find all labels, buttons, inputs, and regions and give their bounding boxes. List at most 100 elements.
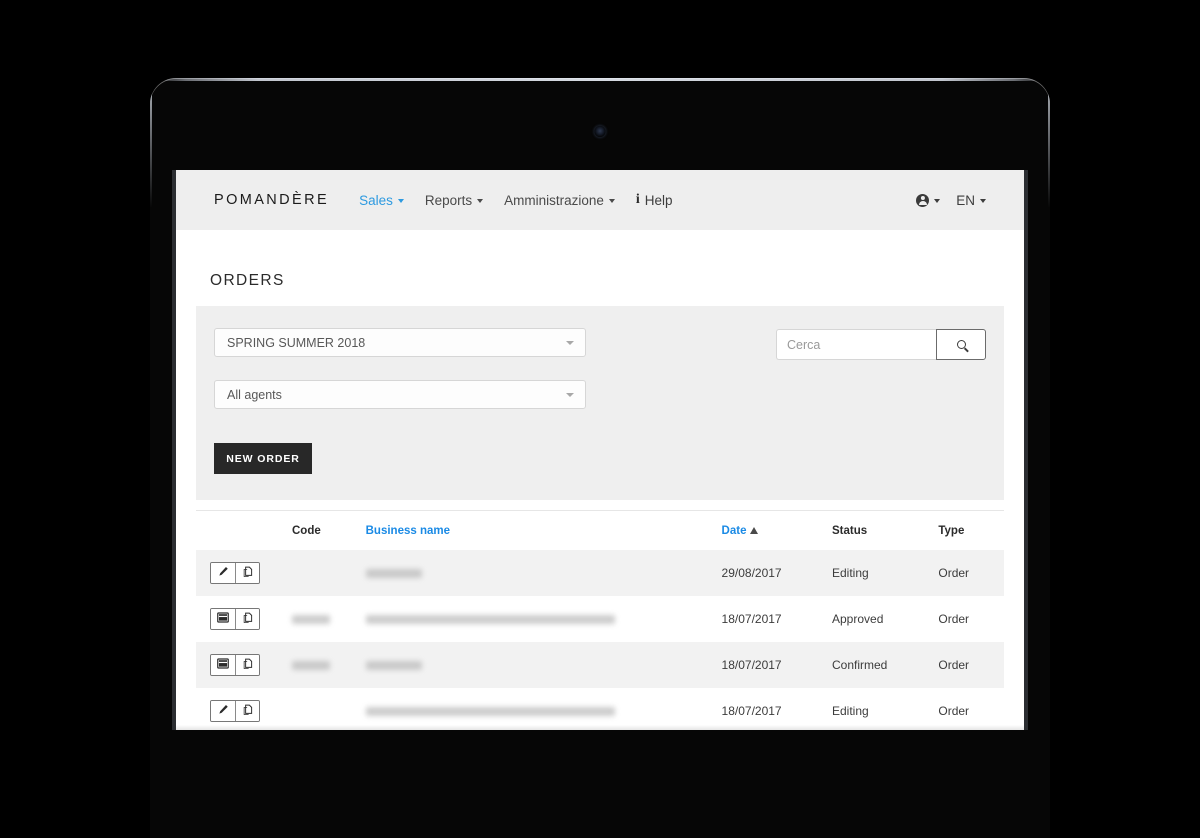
copy-icon <box>242 704 253 719</box>
table-row[interactable]: . 18/07/2017 Editing Order <box>196 688 1004 730</box>
cell-business-name: . <box>360 688 716 730</box>
cell-status: Confirmed <box>832 658 888 672</box>
nav-item-amministrazione-label: Amministrazione <box>504 192 604 208</box>
copy-action-button[interactable] <box>235 655 259 675</box>
cell-type: Order <box>938 704 970 718</box>
view-action-button[interactable] <box>211 655 235 675</box>
cell-type: Order <box>938 566 970 580</box>
orders-table: Code Business name Date Status Type . 29/… <box>196 510 1004 730</box>
chevron-down-icon <box>397 199 404 203</box>
bezel-left-highlight <box>150 88 152 208</box>
cell-business-name: . <box>360 596 716 642</box>
cell-code: . <box>286 642 360 688</box>
bezel-right-highlight <box>1048 88 1050 208</box>
brand-logo: POMANDÈRE <box>214 192 330 208</box>
chevron-down-icon <box>477 199 484 203</box>
cell-code <box>286 688 360 730</box>
search-input[interactable] <box>776 329 936 360</box>
edit-action-button[interactable] <box>211 563 235 583</box>
nav-item-sales-label: Sales <box>359 192 393 208</box>
user-circle-icon <box>916 193 930 207</box>
nav-item-help[interactable]: i Help <box>636 192 673 208</box>
nav-item-amministrazione[interactable]: Amministrazione <box>504 193 615 208</box>
page-body: ORDERS SPRING SUMMER 2018 All agents NEW… <box>176 230 1024 730</box>
cell-business-name: . <box>360 550 716 596</box>
cell-code <box>286 550 360 596</box>
season-select[interactable]: SPRING SUMMER 2018 <box>214 328 586 357</box>
copy-action-button[interactable] <box>235 609 259 629</box>
row-action-group <box>210 700 260 722</box>
nav-item-reports[interactable]: Reports <box>424 192 484 208</box>
edit-icon <box>218 566 229 580</box>
language-label: EN <box>956 192 975 208</box>
nav-item-reports-label: Reports <box>424 192 473 208</box>
user-menu-button[interactable] <box>916 193 941 207</box>
filter-left-column: SPRING SUMMER 2018 All agents NEW ORDER <box>214 328 586 474</box>
cell-type: Order <box>938 612 970 626</box>
screen-edge-right <box>1024 170 1028 730</box>
page-title: ORDERS <box>210 272 285 289</box>
row-action-group <box>210 654 260 676</box>
navbar-right-group: EN <box>916 193 986 208</box>
cell-status: Editing <box>832 704 869 718</box>
cell-date: 18/07/2017 <box>721 704 782 718</box>
copy-icon <box>242 566 253 581</box>
column-header-code: Code <box>286 510 360 550</box>
view-icon <box>217 658 229 672</box>
column-header-actions <box>196 510 286 550</box>
cell-date: 18/07/2017 <box>721 612 782 626</box>
search-icon <box>956 340 966 349</box>
agent-select[interactable]: All agents <box>214 380 586 409</box>
row-action-group <box>210 562 260 584</box>
screen-bottom-fade <box>176 725 1024 730</box>
sort-ascending-icon <box>750 527 759 535</box>
cell-code: . <box>286 596 360 642</box>
row-actions-cell <box>196 596 286 642</box>
orders-table-head: Code Business name Date Status Type <box>196 510 1004 550</box>
redacted-code: . <box>292 615 330 625</box>
search-group <box>776 329 986 360</box>
chevron-down-icon <box>934 199 941 203</box>
cell-type: Order <box>938 658 970 672</box>
redacted-business-name: . <box>365 661 422 671</box>
table-row[interactable]: .. 18/07/2017 Approved Order <box>196 596 1004 642</box>
redacted-business-name: . <box>365 569 422 579</box>
primary-nav: Sales Reports Amministrazione i Help <box>359 192 673 208</box>
new-order-button[interactable]: NEW ORDER <box>214 443 312 474</box>
cell-business-name: . <box>360 642 716 688</box>
cell-date: 18/07/2017 <box>721 658 782 672</box>
edit-action-button[interactable] <box>211 701 235 721</box>
info-icon: i <box>635 192 640 207</box>
nav-item-sales[interactable]: Sales <box>359 193 404 208</box>
table-row[interactable]: .. 18/07/2017 Confirmed Order <box>196 642 1004 688</box>
column-header-status: Status <box>826 510 933 550</box>
orders-table-body: . 29/08/2017 Editing Order.. 18/07/2017 Appro… <box>196 550 1004 730</box>
filter-panel: SPRING SUMMER 2018 All agents NEW ORDER <box>196 306 1004 500</box>
table-row[interactable]: . 29/08/2017 Editing Order <box>196 550 1004 596</box>
agent-select-value: All agents <box>227 387 282 402</box>
copy-icon <box>242 658 253 673</box>
season-select-value: SPRING SUMMER 2018 <box>227 335 366 350</box>
copy-action-button[interactable] <box>235 701 259 721</box>
row-actions-cell <box>196 550 286 596</box>
redacted-business-name: . <box>365 615 615 625</box>
column-header-business-name[interactable]: Business name <box>359 510 716 550</box>
column-header-type: Type <box>932 510 1004 550</box>
edit-icon <box>218 704 229 718</box>
redacted-code: . <box>292 661 330 671</box>
tablet-screen: POMANDÈRE Sales Reports Amministrazione … <box>176 170 1024 730</box>
filter-right-column <box>776 328 986 360</box>
language-menu-button[interactable]: EN <box>956 193 986 208</box>
search-button[interactable] <box>936 329 986 360</box>
top-navbar: POMANDÈRE Sales Reports Amministrazione … <box>176 170 1024 230</box>
row-action-group <box>210 608 260 630</box>
table-header-row: Code Business name Date Status Type <box>196 510 1004 550</box>
row-actions-cell <box>196 642 286 688</box>
view-action-button[interactable] <box>211 609 235 629</box>
column-header-date[interactable]: Date <box>715 510 826 550</box>
copy-icon <box>242 612 253 627</box>
front-camera-icon <box>594 126 606 137</box>
copy-action-button[interactable] <box>235 563 259 583</box>
chevron-down-icon <box>566 340 574 345</box>
column-header-date-label: Date <box>721 525 747 537</box>
